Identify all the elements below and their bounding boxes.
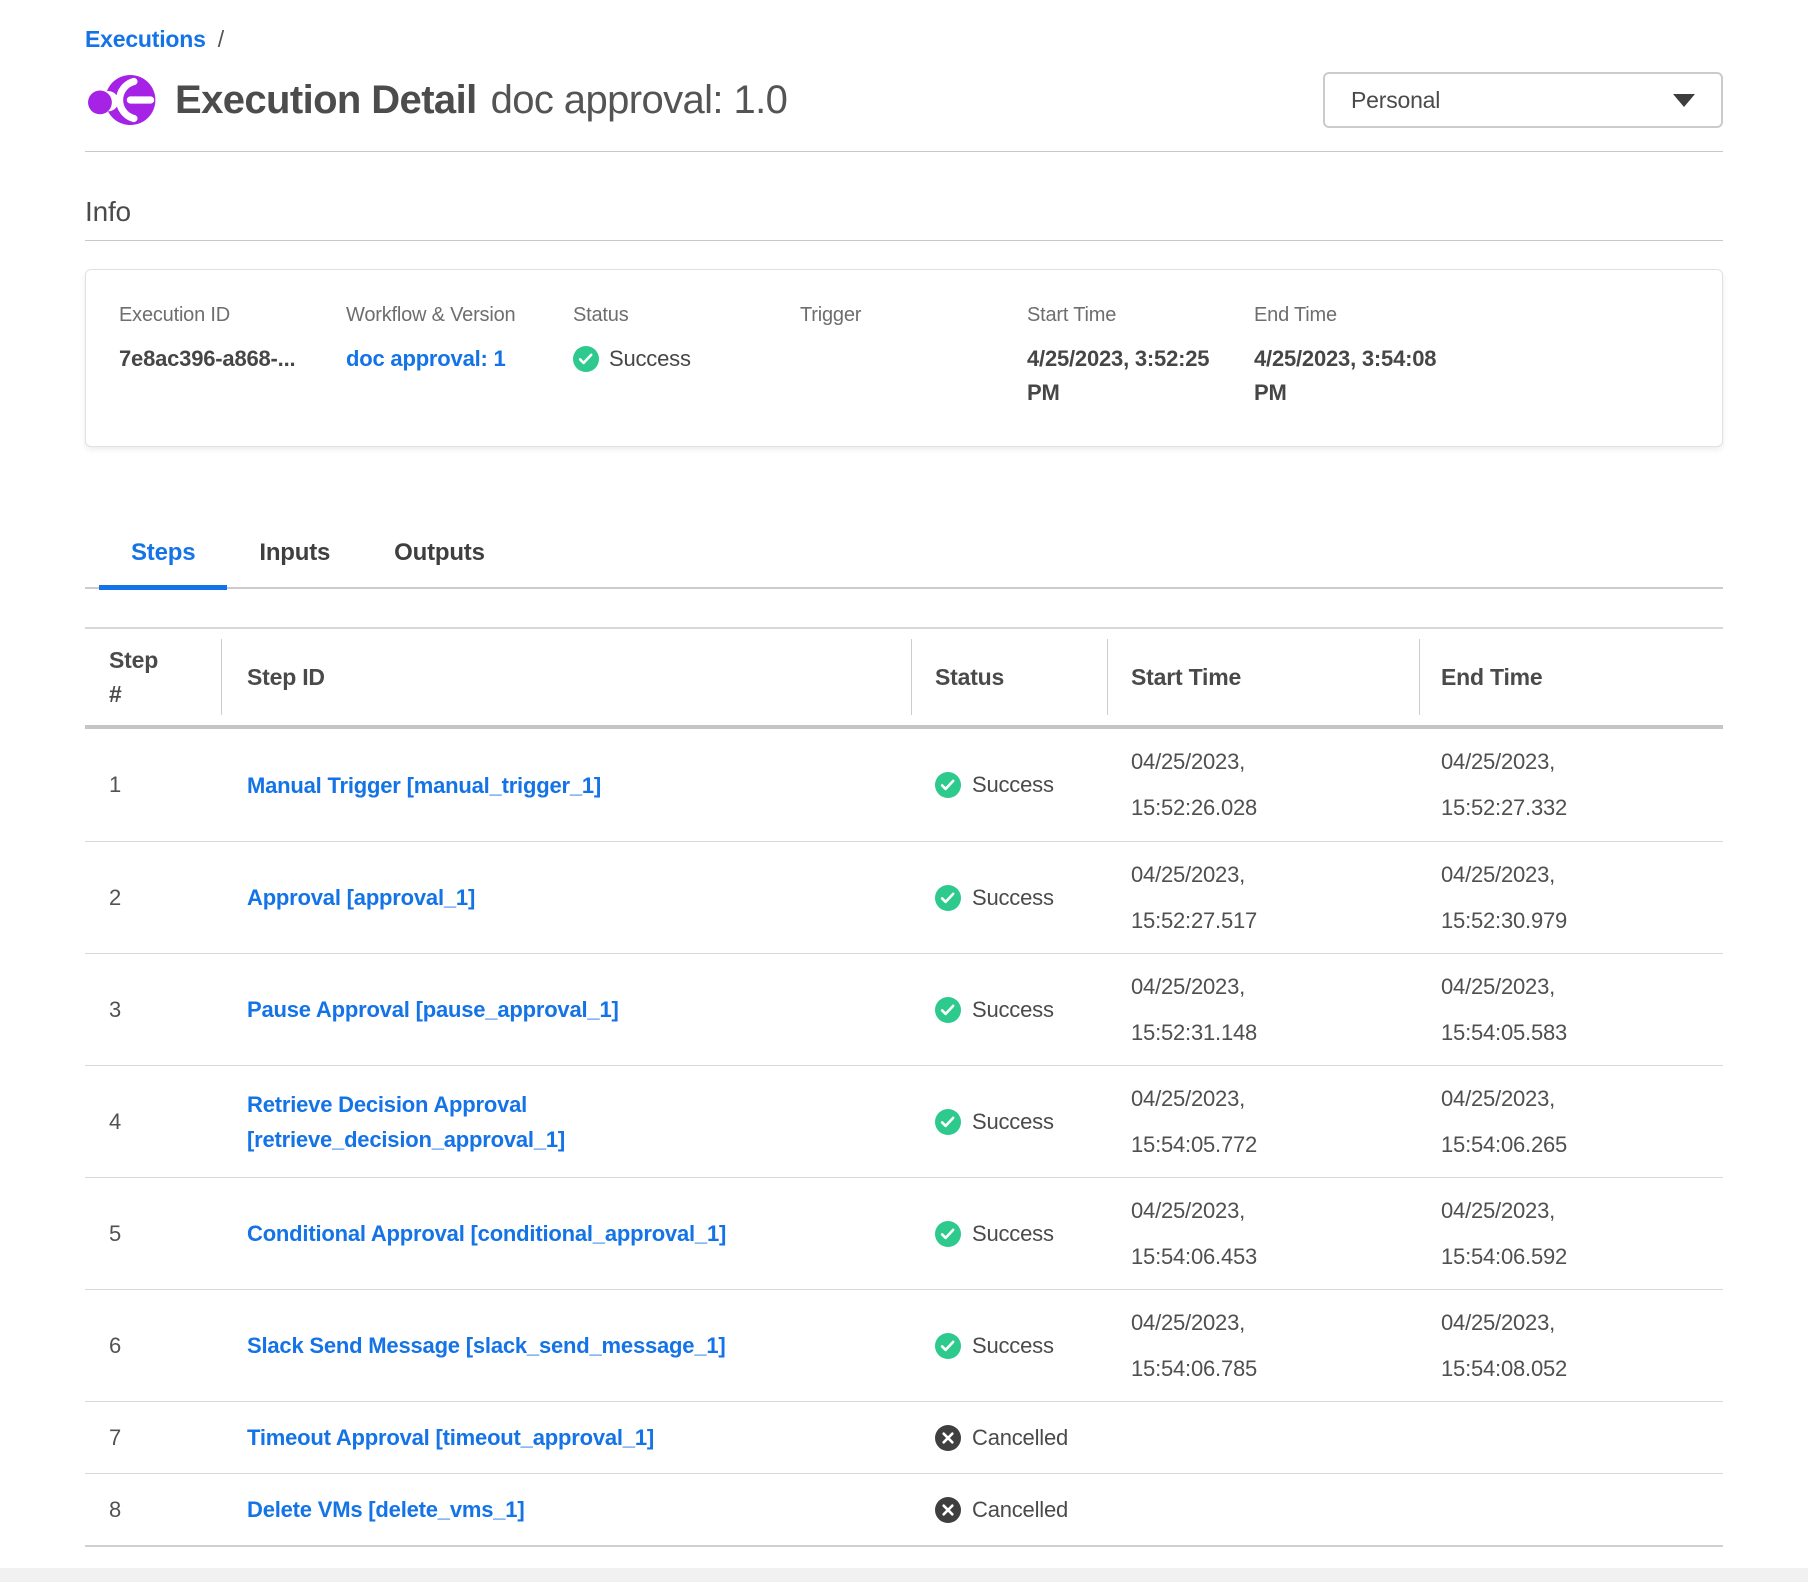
info-label: End Time — [1254, 304, 1675, 327]
step-end-time: 04/25/2023, 15:54:06.265 — [1419, 1076, 1723, 1168]
step-end-time: 04/25/2023, 15:52:27.332 — [1419, 739, 1723, 831]
breadcrumb-separator: / — [218, 26, 224, 53]
table-row: 8 Delete VMs [delete_vms_1] Cancelled — [85, 1473, 1723, 1545]
info-field-trigger: Trigger — [800, 304, 1027, 410]
breadcrumb-executions-link[interactable]: Executions — [85, 26, 206, 53]
status-label: Success — [972, 1221, 1054, 1247]
info-divider — [85, 240, 1723, 241]
tab-inputs[interactable]: Inputs — [227, 531, 362, 587]
page-title: Execution Detail — [175, 78, 477, 123]
relay-logo-icon — [85, 69, 159, 131]
workspace-selector[interactable]: Personal — [1323, 72, 1723, 128]
execution-info-card: Execution ID 7e8ac396-a868-... Workflow … — [85, 269, 1723, 447]
breadcrumb: Executions / — [85, 26, 1723, 53]
table-row: 6 Slack Send Message [slack_send_message_… — [85, 1289, 1723, 1401]
success-icon — [935, 1333, 961, 1359]
info-field-workflow-version: Workflow & Version doc approval: 1 — [346, 304, 573, 410]
steps-table: Step # Step ID Status Start Time End Tim… — [85, 627, 1723, 1547]
step-end-time: 04/25/2023, 15:54:05.583 — [1419, 964, 1723, 1056]
status-label: Success — [972, 1333, 1054, 1359]
tab-steps[interactable]: Steps — [99, 531, 227, 587]
step-start-time: 04/25/2023, 15:52:26.028 — [1107, 739, 1419, 831]
tab-outputs[interactable]: Outputs — [362, 531, 517, 587]
status-label: Success — [972, 1109, 1054, 1135]
step-start-time: 04/25/2023, 15:52:31.148 — [1107, 964, 1419, 1056]
step-number: 5 — [85, 1221, 221, 1247]
workflow-version-link[interactable]: doc approval: 1 — [346, 346, 506, 371]
step-link[interactable]: Pause Approval [pause_approval_1] — [247, 997, 619, 1022]
table-header: Step # Step ID Status Start Time End Tim… — [85, 629, 1723, 729]
step-link[interactable]: Conditional Approval [conditional_approv… — [247, 1221, 726, 1246]
step-link[interactable]: Slack Send Message [slack_send_message_1… — [247, 1333, 726, 1358]
table-body: 1 Manual Trigger [manual_trigger_1] Succes… — [85, 729, 1723, 1545]
step-link[interactable]: Approval [approval_1] — [247, 885, 475, 910]
info-label: Workflow & Version — [346, 304, 559, 327]
table-row: 2 Approval [approval_1] Success 04/25/2023,… — [85, 841, 1723, 953]
info-label: Execution ID — [119, 304, 332, 327]
cancelled-icon — [935, 1425, 961, 1451]
status-label: Success — [972, 885, 1054, 911]
status-label: Cancelled — [972, 1497, 1068, 1523]
status-label: Success — [972, 772, 1054, 798]
success-icon — [935, 772, 961, 798]
cancelled-icon — [935, 1497, 961, 1523]
info-section-heading: Info — [85, 196, 1723, 228]
workspace-selector-value: Personal — [1351, 87, 1440, 114]
status-value: Success — [609, 342, 691, 376]
chevron-down-icon — [1673, 94, 1695, 107]
bottom-strip — [0, 1568, 1808, 1582]
page-subtitle: doc approval: 1.0 — [491, 78, 788, 123]
column-header-end-time: End Time — [1419, 629, 1723, 725]
table-row: 7 Timeout Approval [timeout_approval_1] Ca… — [85, 1401, 1723, 1473]
table-row: 4 Retrieve Decision Approval [retrieve_de… — [85, 1065, 1723, 1177]
end-time-value: 4/25/2023, 3:54:08 PM — [1254, 342, 1675, 410]
step-end-time: 04/25/2023, 15:52:30.979 — [1419, 852, 1723, 944]
title-row: Execution Detail doc approval: 1.0 Perso… — [85, 69, 1723, 131]
step-number: 2 — [85, 885, 221, 911]
column-header-start-time: Start Time — [1107, 629, 1419, 725]
success-icon — [573, 346, 599, 372]
info-field-status: Status Success — [573, 304, 800, 410]
step-start-time: 04/25/2023, 15:52:27.517 — [1107, 852, 1419, 944]
table-row: 3 Pause Approval [pause_approval_1] Succes… — [85, 953, 1723, 1065]
step-number: 4 — [85, 1109, 221, 1135]
step-link[interactable]: Delete VMs [delete_vms_1] — [247, 1497, 524, 1522]
info-field-start-time: Start Time 4/25/2023, 3:52:25 PM — [1027, 304, 1254, 410]
step-link[interactable]: Manual Trigger [manual_trigger_1] — [247, 773, 601, 798]
step-start-time: 04/25/2023, 15:54:06.453 — [1107, 1188, 1419, 1280]
info-field-execution-id: Execution ID 7e8ac396-a868-... — [119, 304, 346, 410]
column-header-status: Status — [911, 629, 1107, 725]
step-number: 6 — [85, 1333, 221, 1359]
success-icon — [935, 885, 961, 911]
status-label: Success — [972, 997, 1054, 1023]
header-divider — [85, 151, 1723, 152]
step-start-time: 04/25/2023, 15:54:06.785 — [1107, 1300, 1419, 1392]
info-field-end-time: End Time 4/25/2023, 3:54:08 PM — [1254, 304, 1689, 410]
step-start-time: 04/25/2023, 15:54:05.772 — [1107, 1076, 1419, 1168]
step-number: 7 — [85, 1425, 221, 1451]
tab-bar: Steps Inputs Outputs — [85, 531, 1723, 589]
info-label: Trigger — [800, 304, 1013, 327]
success-icon — [935, 997, 961, 1023]
start-time-value: 4/25/2023, 3:52:25 PM — [1027, 342, 1240, 410]
step-link[interactable]: Retrieve Decision Approval [retrieve_dec… — [247, 1092, 565, 1152]
success-icon — [935, 1109, 961, 1135]
column-header-step-id: Step ID — [221, 629, 911, 725]
step-number: 1 — [85, 772, 221, 798]
table-row: 5 Conditional Approval [conditional_appro… — [85, 1177, 1723, 1289]
step-number: 8 — [85, 1497, 221, 1523]
table-row: 1 Manual Trigger [manual_trigger_1] Succes… — [85, 729, 1723, 841]
step-end-time: 04/25/2023, 15:54:06.592 — [1419, 1188, 1723, 1280]
execution-detail-page: Executions / Execution Detail doc approv… — [0, 0, 1808, 1582]
column-header-step-number: Step # — [85, 629, 221, 725]
step-number: 3 — [85, 997, 221, 1023]
success-icon — [935, 1221, 961, 1247]
step-link[interactable]: Timeout Approval [timeout_approval_1] — [247, 1425, 654, 1450]
status-label: Cancelled — [972, 1425, 1068, 1451]
info-label: Status — [573, 304, 786, 327]
step-end-time: 04/25/2023, 15:54:08.052 — [1419, 1300, 1723, 1392]
info-label: Start Time — [1027, 304, 1240, 327]
execution-id-value: 7e8ac396-a868-... — [119, 342, 332, 376]
